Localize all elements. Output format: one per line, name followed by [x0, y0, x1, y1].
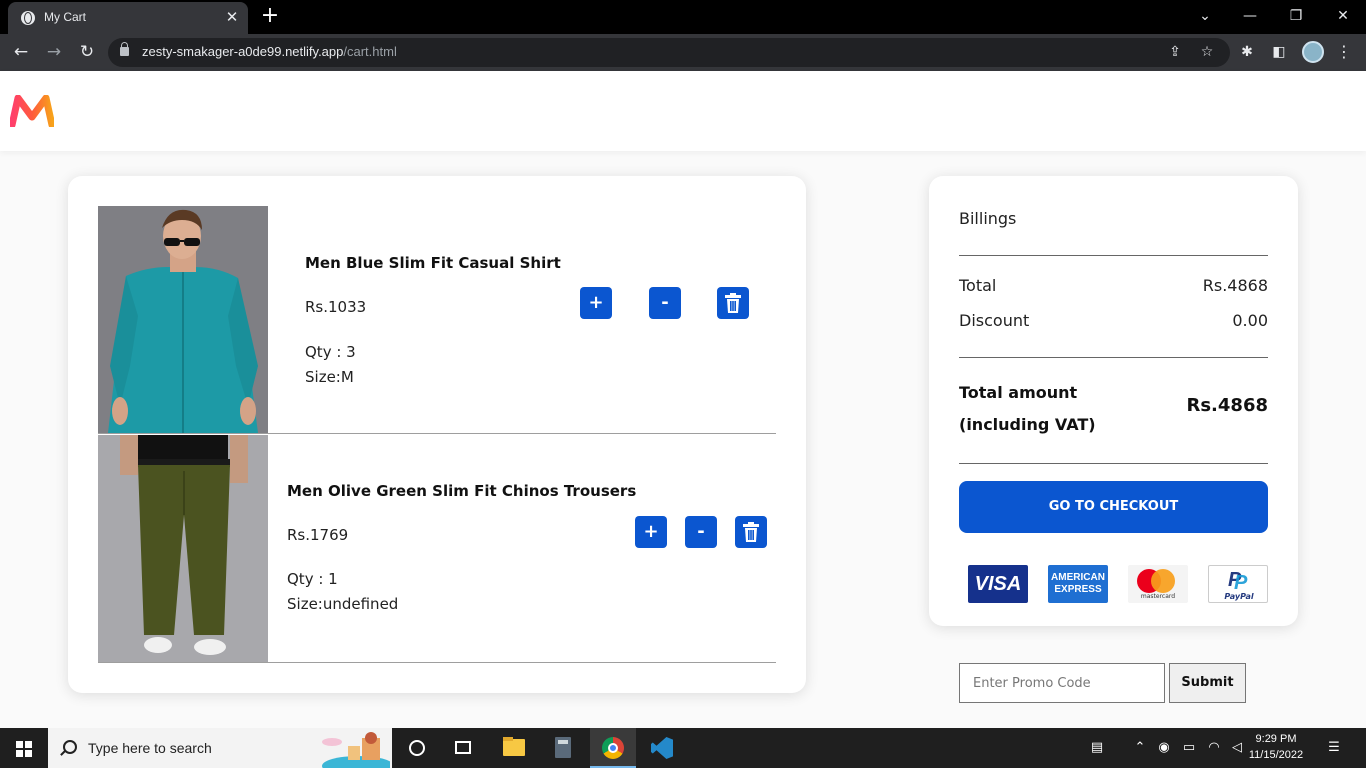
minimize-icon[interactable]: — — [1240, 6, 1260, 26]
task-view-button[interactable] — [440, 728, 486, 768]
tab-title: My Cart — [44, 10, 86, 24]
clock-date: 11/15/2022 — [1248, 749, 1304, 761]
item-size: Size:undefined — [287, 595, 399, 613]
close-tab-icon[interactable]: ✕ — [224, 9, 240, 25]
close-window-icon[interactable]: ✕ — [1333, 6, 1353, 26]
discount-value: 0.00 — [1232, 311, 1268, 330]
meet-now-icon[interactable]: ◉ — [1156, 738, 1172, 758]
file-explorer-icon[interactable] — [490, 728, 536, 768]
divider — [959, 463, 1268, 464]
reload-icon[interactable]: ↻ — [76, 41, 98, 63]
browser-toolbar: ← → ↻ zesty-smakager-a0de99.netlify.app/… — [0, 34, 1366, 71]
chrome-icon[interactable] — [590, 728, 636, 768]
total-value: Rs.4868 — [1202, 276, 1268, 295]
cart-item: Men Olive Green Slim Fit Chinos Trousers… — [98, 435, 776, 663]
product-image-shirt[interactable] — [98, 206, 268, 433]
taskbar-search-box[interactable]: Type here to search — [48, 728, 392, 768]
wifi-icon[interactable]: ◠ — [1205, 738, 1223, 758]
new-tab-button[interactable]: + — [260, 5, 280, 27]
vscode-icon[interactable] — [638, 728, 684, 768]
trash-icon — [743, 522, 759, 542]
battery-icon[interactable]: ▭ — [1180, 738, 1198, 758]
news-widget-icon[interactable]: ▤ — [1084, 738, 1110, 758]
lock-icon[interactable] — [120, 42, 129, 56]
item-quantity: Qty : 1 — [287, 570, 338, 588]
bookmark-star-icon[interactable]: ☆ — [1198, 43, 1216, 61]
american-express-logo: AMERICAN EXPRESS — [1048, 565, 1108, 603]
paypal-logo: PP PayPal — [1208, 565, 1268, 603]
item-name: Men Olive Green Slim Fit Chinos Trousers — [287, 482, 637, 500]
browser-menu-icon[interactable]: ⋮ — [1336, 41, 1352, 63]
search-icon — [63, 740, 77, 754]
cart-card: Men Blue Slim Fit Casual Shirt Rs.1033 Q… — [68, 176, 806, 693]
address-bar[interactable]: zesty-smakager-a0de99.netlify.app/cart.h… — [108, 38, 1230, 67]
product-image-trousers[interactable] — [98, 435, 268, 662]
item-size: Size:M — [305, 368, 354, 386]
calculator-icon[interactable] — [540, 728, 586, 768]
cortana-button[interactable] — [394, 728, 440, 768]
total-amount-label: Total amount (including VAT) — [959, 383, 1096, 434]
extensions-icon[interactable]: ✱ — [1237, 42, 1257, 62]
promo-submit-button[interactable]: Submit — [1169, 663, 1246, 703]
delete-item-button[interactable] — [717, 287, 749, 319]
url-text[interactable]: zesty-smakager-a0de99.netlify.app/cart.h… — [142, 44, 397, 59]
item-name: Men Blue Slim Fit Casual Shirt — [305, 254, 561, 272]
site-header — [0, 71, 1366, 151]
restore-icon[interactable]: ❐ — [1286, 6, 1306, 26]
cart-item: Men Blue Slim Fit Casual Shirt Rs.1033 Q… — [98, 206, 776, 434]
total-amount-value: Rs.4868 — [1186, 395, 1268, 416]
visa-logo: VISA — [968, 565, 1028, 603]
globe-icon — [21, 11, 35, 25]
decrease-quantity-button[interactable]: - — [649, 287, 681, 319]
windows-logo-icon — [16, 741, 32, 757]
myntra-logo[interactable] — [10, 95, 54, 127]
item-price: Rs.1033 — [305, 298, 367, 316]
forward-icon[interactable]: → — [43, 41, 65, 63]
increase-quantity-button[interactable]: + — [635, 516, 667, 548]
tab-search-icon[interactable]: ⌄ — [1195, 6, 1215, 26]
clock-time: 9:29 PM — [1255, 733, 1297, 745]
back-icon[interactable]: ← — [10, 41, 32, 63]
profile-avatar[interactable] — [1302, 41, 1324, 63]
notifications-icon[interactable]: ☰ — [1324, 738, 1344, 758]
browser-tab-strip: My Cart ✕ + ⌄ — ❐ ✕ — [0, 0, 1366, 34]
increase-quantity-button[interactable]: + — [580, 287, 612, 319]
divider — [959, 357, 1268, 358]
taskbar-search-placeholder: Type here to search — [88, 740, 212, 756]
promo-code-input[interactable] — [959, 663, 1165, 703]
windows-taskbar: Type here to search ▤ ⌃ ◉ ▭ ◠ ◁ 9:29 PM … — [0, 728, 1366, 768]
decrease-quantity-button[interactable]: - — [685, 516, 717, 548]
browser-tab[interactable]: My Cart ✕ — [8, 2, 248, 34]
billing-title: Billings — [959, 209, 1017, 228]
discount-label: Discount — [959, 311, 1030, 330]
show-hidden-icons[interactable]: ⌃ — [1132, 738, 1148, 758]
volume-icon[interactable]: ◁ — [1228, 738, 1246, 758]
search-highlight-illustration — [322, 732, 390, 768]
divider — [959, 255, 1268, 256]
item-quantity: Qty : 3 — [305, 343, 356, 361]
delete-item-button[interactable] — [735, 516, 767, 548]
start-button[interactable] — [0, 728, 48, 768]
mastercard-logo: mastercard — [1128, 565, 1188, 603]
checkout-button[interactable]: GO TO CHECKOUT — [959, 481, 1268, 533]
side-panel-icon[interactable]: ◧ — [1269, 42, 1289, 62]
billing-card: Billings Total Rs.4868 Discount 0.00 Tot… — [929, 176, 1298, 626]
item-price: Rs.1769 — [287, 526, 349, 544]
share-icon[interactable]: ⇪ — [1166, 43, 1184, 61]
total-label: Total — [959, 276, 997, 295]
trash-icon — [725, 293, 741, 313]
system-clock[interactable]: 9:29 PM 11/15/2022 — [1248, 731, 1304, 763]
